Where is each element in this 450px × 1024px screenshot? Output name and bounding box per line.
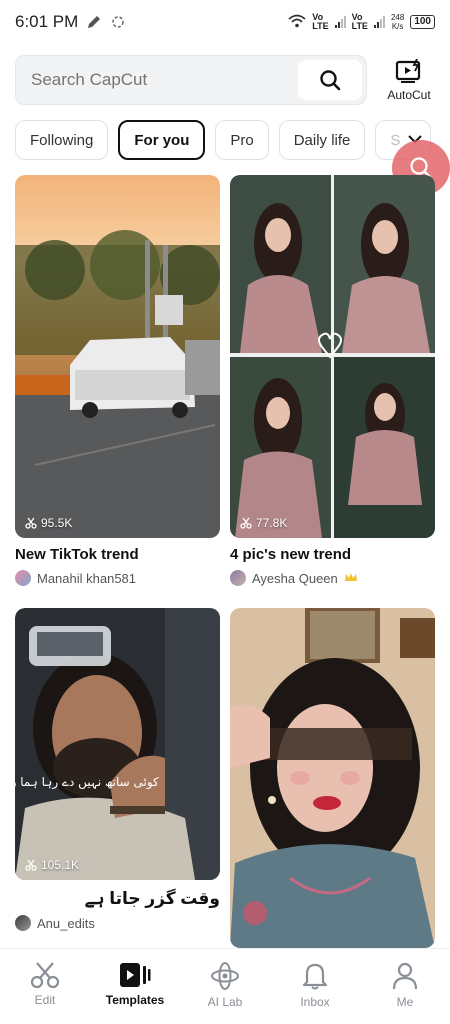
template-title[interactable]: 4 pic's new trend [230, 546, 351, 563]
search-button[interactable] [298, 60, 362, 100]
template-card[interactable]: 77.8K [230, 175, 435, 538]
usage-count: 95.5K [25, 516, 72, 530]
template-thumbnail[interactable]: کوئی ساتھ نہیں دے رہا ہما را 105.1K [15, 608, 220, 880]
usage-value: 77.8K [256, 516, 288, 530]
template-card[interactable]: 95.5K [15, 175, 220, 538]
speed-unit: K/s [391, 22, 404, 31]
template-author[interactable]: Manahil khan581 [15, 570, 136, 586]
usage-value: 105.1K [41, 858, 80, 872]
nav-item-templates[interactable]: Templates [90, 949, 180, 1024]
usage-value: 95.5K [41, 516, 73, 530]
autocut-icon [395, 58, 421, 83]
nav-item-me[interactable]: Me [360, 949, 450, 1024]
tab-more-label: S [390, 131, 401, 149]
template-card[interactable]: کوئی ساتھ نہیں دے رہا ہما را 105.1K [15, 608, 220, 880]
template-author[interactable]: Ayesha Queen [230, 570, 358, 586]
sync-icon [110, 14, 126, 30]
nav-label: Templates [105, 993, 165, 1007]
search-row: AutoCut [15, 55, 435, 105]
scissors-icon [30, 962, 60, 989]
tab-daily-life[interactable]: Daily life [278, 120, 366, 160]
nav-item-edit[interactable]: Edit [0, 949, 90, 1024]
wifi-icon [288, 14, 306, 30]
template-title[interactable]: وقت گزر جاتا ہے [85, 888, 220, 909]
network-type-2: Vo LTE [352, 13, 368, 31]
autocut-label: AutoCut [387, 88, 431, 102]
status-bar: 6:01 PM Vo LTE Vo LTE 248 K/s 100 [0, 0, 450, 44]
scissors-icon [25, 517, 37, 529]
bottom-nav: Edit Templates AI Lab Inbox Me [0, 948, 450, 1024]
avatar [15, 570, 31, 586]
nav-label: Inbox [300, 995, 330, 1009]
nav-item-inbox[interactable]: Inbox [270, 949, 360, 1024]
templates-icon [120, 963, 151, 987]
woman-portrait-image [230, 608, 435, 948]
battery-indicator: 100 [410, 15, 435, 29]
category-tabs: Following For you Pro Daily life S [15, 120, 450, 160]
nav-item-ai-lab[interactable]: AI Lab [180, 949, 270, 1024]
nav-label: AI Lab [207, 995, 243, 1009]
tab-following[interactable]: Following [15, 120, 109, 160]
ai-lab-icon [211, 962, 239, 990]
crown-icon [344, 571, 358, 586]
template-author[interactable]: Anu_edits [15, 915, 95, 931]
template-thumbnail[interactable]: 77.8K [230, 175, 435, 538]
status-right: Vo LTE Vo LTE 248 K/s 100 [288, 13, 435, 31]
template-title[interactable]: New TikTok trend [15, 546, 139, 563]
nav-label: Me [396, 995, 414, 1009]
avatar [15, 915, 31, 931]
template-card[interactable] [230, 608, 435, 948]
signal-icon [334, 16, 346, 28]
net1-sub-label: LTE [312, 21, 329, 31]
search-icon [320, 70, 341, 91]
scissors-icon [25, 859, 37, 871]
scissors-icon [240, 517, 252, 529]
overlay-caption: کوئی ساتھ نہیں دے رہا ہما را [15, 775, 159, 790]
author-name: Ayesha Queen [252, 570, 338, 586]
search-box[interactable] [15, 55, 367, 105]
man-portrait-image: کوئی ساتھ نہیں دے رہا ہما را [15, 608, 220, 880]
usage-count: 77.8K [240, 516, 287, 530]
tab-pro[interactable]: Pro [215, 120, 269, 160]
data-speed: 248 K/s [391, 13, 404, 31]
sunset-car-image [15, 175, 220, 538]
pencil-icon [86, 14, 102, 30]
speed-value: 248 [390, 13, 405, 22]
template-thumbnail[interactable] [230, 608, 435, 948]
signal-icon-2 [373, 16, 385, 28]
author-name: Anu_edits [37, 915, 95, 931]
avatar [230, 570, 246, 586]
author-name: Manahil khan581 [37, 570, 137, 586]
net2-sub-label: LTE [351, 21, 368, 31]
bell-icon [302, 963, 328, 990]
capcut-templates-screen: 6:01 PM Vo LTE Vo LTE 248 K/s 100 Search… [0, 0, 450, 1024]
search-input[interactable] [31, 70, 298, 90]
usage-count: 105.1K [25, 858, 79, 872]
status-time: 6:01 PM [15, 12, 79, 31]
person-icon [392, 962, 418, 990]
tab-for-you[interactable]: For you [118, 120, 206, 160]
autocut-button[interactable]: AutoCut [383, 58, 435, 102]
template-thumbnail[interactable]: 95.5K [15, 175, 220, 538]
four-photo-collage-image [230, 175, 435, 538]
nav-label: Edit [34, 993, 56, 1007]
network-type-1: Vo LTE [312, 13, 328, 31]
